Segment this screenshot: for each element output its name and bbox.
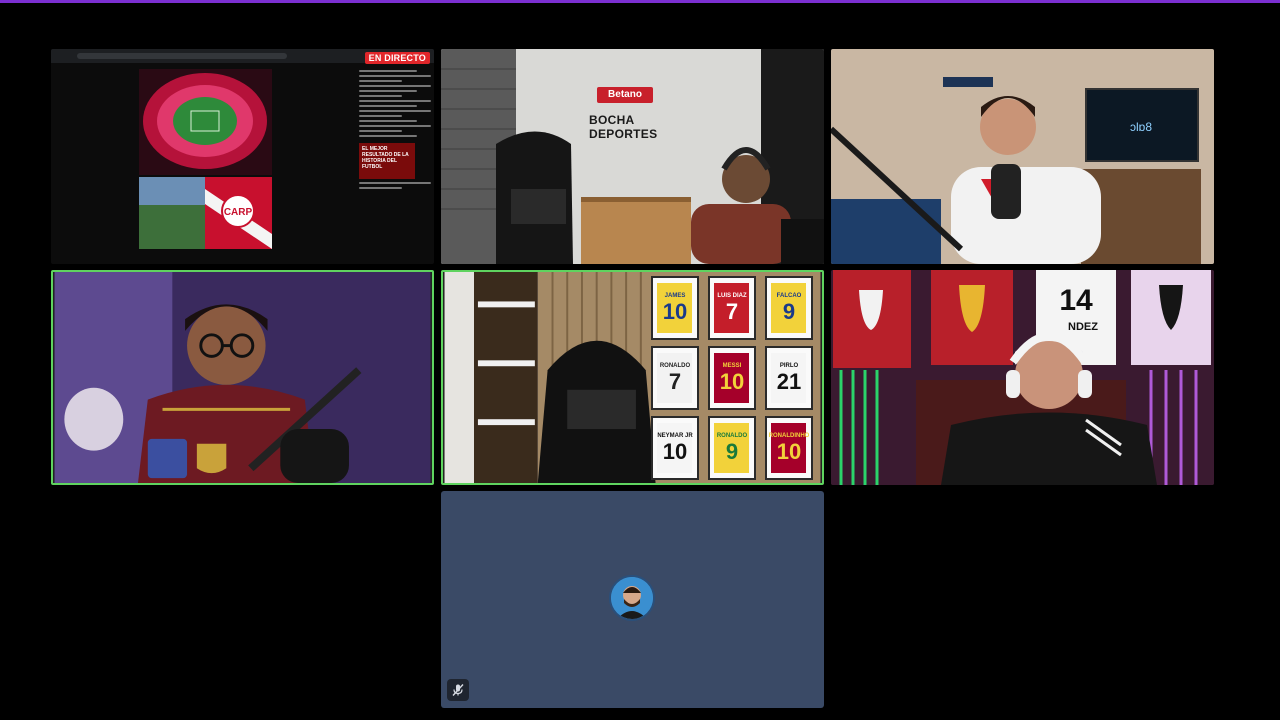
participant-tile-studio[interactable]: Betano BOCHA DEPORTES [441, 49, 824, 264]
jersey-number: 7 [668, 368, 682, 394]
jersey-frame: LUIS DIAZ 7 [708, 276, 756, 340]
studio-video [441, 49, 824, 264]
jersey-number: 9 [725, 438, 739, 464]
participant-tile-audio-only[interactable] [441, 491, 824, 708]
jersey-number: 10 [719, 368, 745, 394]
social-feed-panel: EL MEJOR RESULTADO DE LA HISTORIA DEL FU… [359, 67, 431, 262]
jersey-frame: PIRLO 21 [765, 346, 813, 410]
jersey-number: 21 [776, 368, 802, 394]
participant-tile-screen-share[interactable]: EN DIRECTO CARP EL MEJOR RESULTADO DE LA… [51, 49, 434, 264]
top-accent-bar [0, 0, 1280, 3]
wall-jersey-name: NDEZ [1068, 321, 1098, 333]
jersey-frame: MESSI 10 [708, 346, 756, 410]
jersey-frame: NEYMAR JR 10 [651, 416, 699, 480]
participant-video [54, 272, 431, 483]
participant-tile-host[interactable]: ɔlɒ8 [831, 49, 1214, 264]
participant-tile-right[interactable]: 14 NDEZ [831, 270, 1214, 485]
participant-video-right: 14 NDEZ [831, 270, 1214, 485]
promo-card: EL MEJOR RESULTADO DE LA HISTORIA DEL FU… [359, 143, 415, 179]
jersey-frame: RONALDINHO 10 [765, 416, 813, 480]
studio-banner: BOCHA DEPORTES [589, 113, 658, 141]
avatar [609, 575, 655, 621]
jersey-frame: RONALDO 9 [708, 416, 756, 480]
wall-jersey-number: 14 [1059, 284, 1093, 317]
sponsor-sign: Betano [597, 87, 653, 103]
jersey-number: 10 [776, 438, 802, 464]
jersey-frame: JAMES 10 [651, 276, 699, 340]
host-video: ɔlɒ8 [831, 49, 1214, 264]
jersey-number: 9 [782, 298, 796, 324]
jersey-number: 10 [662, 298, 688, 324]
participant-tile-speaking-left[interactable] [51, 270, 434, 485]
participant-tile-jersey-wall[interactable]: JAMES 10 LUIS DIAZ 7 FALCAO 9 RONALDO 7 MESSI 10 P… [441, 270, 824, 485]
svg-text:CARP: CARP [224, 207, 253, 218]
jersey-frame: FALCAO 9 [765, 276, 813, 340]
mic-off-icon[interactable] [447, 679, 469, 701]
svg-text:ɔlɒ8: ɔlɒ8 [1130, 120, 1152, 134]
jersey-number: 10 [662, 438, 688, 464]
jersey-number: 7 [725, 298, 739, 324]
jersey-frame: RONALDO 7 [651, 346, 699, 410]
